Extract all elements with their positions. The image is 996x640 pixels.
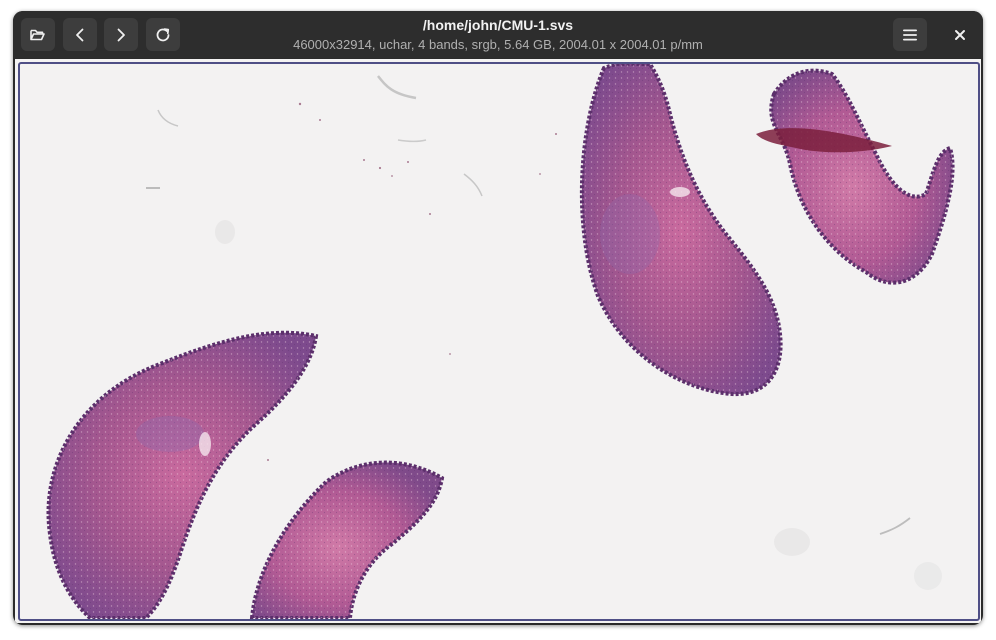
slide-image[interactable]: [18, 62, 980, 621]
title-block: /home/john/CMU-1.svs 46000x32914, uchar,…: [213, 16, 783, 53]
app-window: /home/john/CMU-1.svs 46000x32914, uchar,…: [13, 11, 983, 625]
header-bar: /home/john/CMU-1.svs 46000x32914, uchar,…: [13, 11, 983, 58]
close-button[interactable]: [945, 20, 975, 50]
close-icon: [955, 30, 965, 40]
tissue-image: [46, 64, 955, 619]
reload-button[interactable]: [146, 18, 180, 51]
main-menu-button[interactable]: [893, 18, 927, 51]
chevron-right-icon: [117, 28, 125, 41]
chevron-left-icon: [76, 28, 84, 41]
image-viewport[interactable]: [15, 59, 981, 623]
open-button[interactable]: [21, 18, 55, 51]
back-button[interactable]: [63, 18, 97, 51]
forward-button[interactable]: [104, 18, 138, 51]
reload-icon: [156, 27, 170, 41]
folder-open-icon: [30, 29, 45, 40]
hamburger-menu-icon: [903, 29, 917, 40]
window-title: /home/john/CMU-1.svs: [422, 17, 574, 33]
image-info-subtitle: 46000x32914, uchar, 4 bands, srgb, 5.64 …: [293, 37, 703, 52]
